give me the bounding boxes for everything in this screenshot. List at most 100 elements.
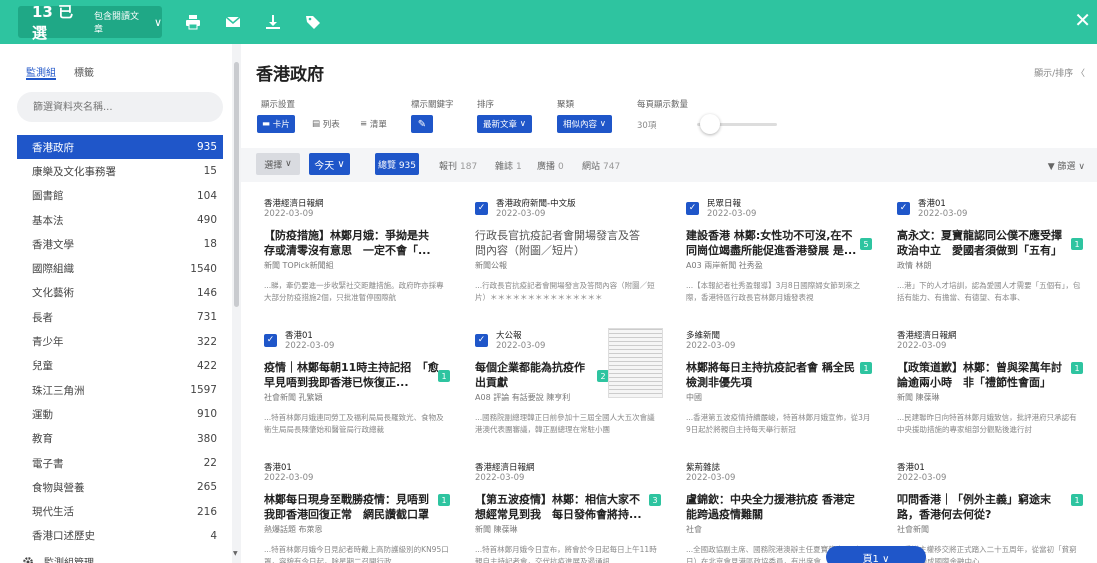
date-range-dropdown[interactable]: 今天 ∨: [309, 153, 350, 175]
cat-label: 報刊: [439, 162, 458, 172]
checkbox-checked-icon[interactable]: ✓: [475, 333, 488, 347]
view-list-button[interactable]: ▤ 列表: [307, 115, 345, 133]
group-select[interactable]: 相似內容 ∨: [557, 115, 612, 133]
checkbox-checked-icon[interactable]: ✓: [897, 201, 910, 215]
sidebar-item[interactable]: 香港口述歷史 4: [17, 524, 223, 548]
sidebar-item[interactable]: 運動 910: [17, 402, 223, 426]
tab-tags[interactable]: 標籤: [74, 64, 94, 88]
keyword-highlight-button[interactable]: ✎: [411, 115, 433, 133]
sidebar-item[interactable]: 國際組織 1540: [17, 256, 223, 280]
tab-website[interactable]: 網站 747: [582, 159, 620, 172]
card-source-row: 紫荊雜誌 2022-03-09: [686, 461, 871, 483]
view-plain-button[interactable]: ≡ 清單: [355, 115, 392, 133]
checkbox-checked-icon[interactable]: ✓: [264, 333, 277, 347]
card-title[interactable]: 林鄭將每日主持抗疫記者會 稱全民檢測非優先項: [686, 360, 861, 390]
article-card[interactable]: ✓ 民眾日報 2022-03-09 建設香港 林鄭:女性功不可沒,在不同崗位竭盡所能…: [676, 188, 881, 317]
article-card[interactable]: 香港01 2022-03-09 林鄭每日現身至戰勝疫情：見唔到我即香港回復正常 網…: [254, 452, 459, 563]
filter-button[interactable]: ▼ 篩選 ∨: [1048, 159, 1085, 172]
similar-count-badge[interactable]: 5: [860, 238, 872, 250]
card-snippet: ...民建聯昨日向特首林鄭月娥致信，批評港府只承認有中央援助措施的專家組部分觀點…: [897, 413, 1077, 434]
card-title[interactable]: 【第五波疫情】林鄭：相信大家不想經常見到我 每日發佈會將持...: [475, 492, 650, 522]
similar-count-badge[interactable]: 1: [860, 362, 872, 374]
card-title[interactable]: 高永文：夏寶龍認同公僕不應受擇政治中立 愛國者須做到「五有」: [897, 228, 1072, 258]
card-title[interactable]: 每個企業都能為抗疫作出貢獻: [475, 360, 585, 390]
chevron-down-icon: ∨: [599, 119, 606, 129]
sidebar-item[interactable]: 長者 731: [17, 305, 223, 329]
download-icon[interactable]: [264, 13, 282, 31]
article-card[interactable]: 香港經濟日報網 2022-03-09 【第五波疫情】林鄭：相信大家不想經常見到我 …: [465, 452, 670, 563]
sidebar-item-label: 運動: [32, 408, 53, 421]
sidebar-item[interactable]: 教育 380: [17, 427, 223, 451]
sidebar-item[interactable]: 食物與營養 265: [17, 475, 223, 499]
similar-count-badge[interactable]: 1: [438, 370, 450, 382]
selection-dropdown[interactable]: 13 已選 包含閱讀文章 ∨: [18, 3, 162, 42]
sidebar-item[interactable]: 香港文學 18: [17, 232, 223, 256]
card-source-row: 香港01 2022-03-09: [264, 461, 449, 483]
sidebar-item[interactable]: 文化藝術 146: [17, 281, 223, 305]
sidebar-item-label: 圖書館: [32, 190, 64, 203]
card-title[interactable]: 盧錦欽：中央全力援港抗疫 香港定能跨過疫情難關: [686, 492, 861, 522]
card-title[interactable]: 【政策道歉】林鄭：曾與梁萬年討論逾兩小時 非「禮節性會面」: [897, 360, 1072, 390]
checkbox-checked-icon[interactable]: ✓: [686, 201, 699, 215]
per-page-label: 每頁顯示數量: [637, 100, 689, 110]
sidebar-item[interactable]: 電子書 22: [17, 451, 223, 475]
display-sort-toggle[interactable]: 顯示/排序 〈: [1034, 66, 1085, 79]
sidebar-item[interactable]: 康樂及文化事務署 15: [17, 159, 223, 183]
card-title[interactable]: 【防疫措施】林鄭月娥：爭拗是共存或清零沒有意思 一定不會「...: [264, 228, 439, 258]
select-dropdown[interactable]: 選擇 ∨: [256, 153, 300, 175]
sidebar-item[interactable]: 兒童 422: [17, 354, 223, 378]
card-title[interactable]: 行政長官抗疫記者會開場發言及答問內容（附圖／短片）: [475, 228, 650, 258]
article-card[interactable]: ✓ 香港01 2022-03-09 高永文：夏寶龍認同公僕不應受擇政治中立 愛國者須…: [887, 188, 1092, 317]
scroll-thumb[interactable]: [234, 62, 239, 307]
sidebar-item[interactable]: 基本法 490: [17, 208, 223, 232]
sidebar-item-label: 電子書: [32, 457, 64, 470]
sidebar-item-count: 18: [203, 238, 217, 251]
page-title: 香港政府: [256, 65, 324, 85]
tab-monitor-groups[interactable]: 監測組: [26, 64, 56, 80]
similar-count-badge[interactable]: 3: [649, 494, 661, 506]
card-title[interactable]: 建設香港 林鄭:女性功不可沒,在不同崗位竭盡所能促進香港發展 是...: [686, 228, 861, 258]
card-source: 香港01: [918, 199, 946, 209]
per-page-slider-knob[interactable]: [700, 114, 720, 134]
card-source: 民眾日報: [707, 199, 742, 209]
article-card[interactable]: ✓ 大公報 2022-03-09 每個企業都能為抗疫作出貢獻 A08 評論 有話要說…: [465, 320, 670, 449]
card-source: 香港01: [897, 463, 925, 473]
folder-search-input[interactable]: [17, 92, 223, 122]
scroll-down-arrow-icon[interactable]: ▼: [233, 550, 238, 557]
printer-icon[interactable]: [184, 13, 202, 31]
card-title[interactable]: 疫情｜林鄭每朝11時主持記招 「愈早見唔到我即香港已恢復正...: [264, 360, 439, 390]
article-card[interactable]: 香港經濟日報網 2022-03-09 【防疫措施】林鄭月娥：爭拗是共存或清零沒有意…: [254, 188, 459, 317]
card-source: 香港經濟日報網: [897, 331, 957, 341]
view-card-button[interactable]: ▬ 卡片: [257, 115, 295, 133]
pagination-button[interactable]: 頁1 ∨: [826, 546, 926, 563]
close-icon[interactable]: ✕: [1074, 10, 1091, 30]
sidebar-item[interactable]: 青少年 322: [17, 329, 223, 353]
article-card[interactable]: 多維新聞 2022-03-09 林鄭將每日主持抗疫記者會 稱全民檢測非優先項 中國…: [676, 320, 881, 449]
card-title[interactable]: 叩問香港｜「例外主義」窮途末路，香港何去何從?: [897, 492, 1072, 522]
article-card[interactable]: ✓ 香港政府新聞-中文版 2022-03-09 行政長官抗疫記者會開場發言及答問內容…: [465, 188, 670, 317]
sidebar-item[interactable]: 圖書館 104: [17, 184, 223, 208]
tab-newspaper[interactable]: 報刊 187: [439, 159, 477, 172]
tab-magazine[interactable]: 雜誌 1: [495, 159, 522, 172]
tab-broadcast[interactable]: 廣播 0: [537, 159, 564, 172]
similar-count-badge[interactable]: 1: [1071, 362, 1083, 374]
similar-count-badge[interactable]: 1: [1071, 494, 1083, 506]
sidebar-item[interactable]: 現代生活 216: [17, 499, 223, 523]
plain-view-icon: ≡: [360, 119, 370, 129]
tab-overview[interactable]: 總覽 935: [375, 153, 419, 175]
article-thumbnail[interactable]: [608, 328, 663, 398]
tag-icon[interactable]: [304, 13, 322, 31]
mail-icon[interactable]: [224, 13, 242, 31]
sort-select[interactable]: 最新文章 ∨: [477, 115, 532, 133]
article-card[interactable]: 香港經濟日報網 2022-03-09 【政策道歉】林鄭：曾與梁萬年討論逾兩小時 非…: [887, 320, 1092, 449]
card-title[interactable]: 林鄭每日現身至戰勝疫情：見唔到我即香港回復正常 網民讚截口罩: [264, 492, 439, 522]
sidebar-item[interactable]: 珠江三角洲 1597: [17, 378, 223, 402]
checkbox-checked-icon[interactable]: ✓: [475, 201, 488, 215]
monitor-group-management[interactable]: 監測組管理: [22, 554, 94, 563]
article-card[interactable]: ✓ 香港01 2022-03-09 疫情｜林鄭每朝11時主持記招 「愈早見唔到我即香…: [254, 320, 459, 449]
sidebar-item-label: 文化藝術: [32, 287, 74, 300]
similar-count-badge[interactable]: 1: [438, 494, 450, 506]
sidebar-scrollbar[interactable]: ▼: [232, 58, 241, 563]
similar-count-badge[interactable]: 1: [1071, 238, 1083, 250]
sidebar-item[interactable]: 香港政府 935: [17, 135, 223, 160]
